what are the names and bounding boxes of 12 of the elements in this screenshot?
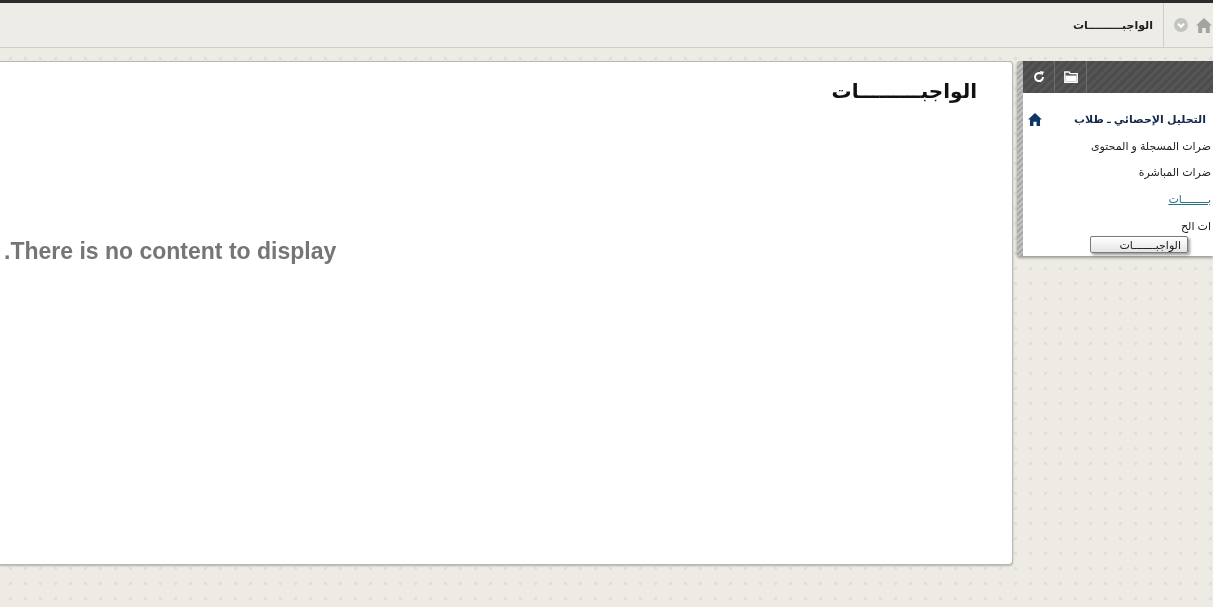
course-title[interactable]: التحليل الإحصائي ـ طلاب <box>1074 112 1211 126</box>
tooltip: الواجبـــــــات <box>1090 236 1188 253</box>
breadcrumb-item: الواجبـــــــــات <box>1073 18 1153 32</box>
empty-message: .There is no content to display <box>3 238 338 265</box>
folder-icon <box>1063 71 1078 83</box>
menu-link[interactable]: ضرات المباشرة <box>1138 166 1211 180</box>
home-icon[interactable] <box>1028 112 1042 126</box>
refresh-icon <box>1032 71 1045 83</box>
page-title: الواجبـــــــــات <box>830 79 978 103</box>
menu-link[interactable]: بــــــــات <box>1168 192 1211 206</box>
menu-link[interactable]: ات الح <box>1181 219 1211 233</box>
menu-link[interactable]: ضرات المسجلة و المحتوى <box>1091 139 1211 153</box>
